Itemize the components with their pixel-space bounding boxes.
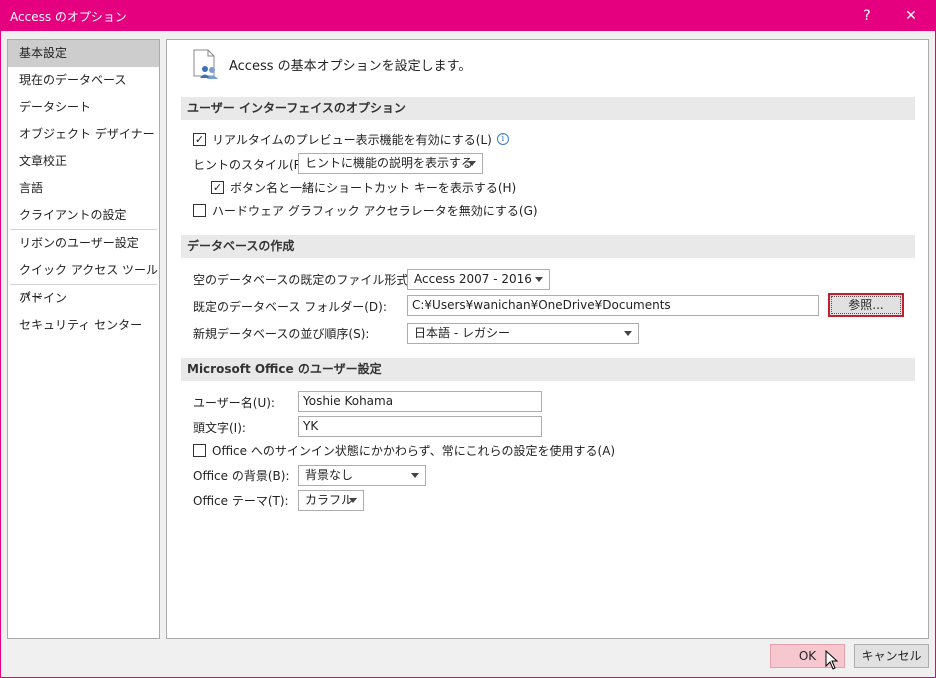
- shortcut-keys-checkbox[interactable]: ✓: [211, 180, 224, 194]
- realtime-preview-checkbox[interactable]: ✓: [193, 132, 206, 146]
- section-ui-options: ユーザー インターフェイスのオプション: [181, 97, 915, 120]
- window-title: Access のオプション: [10, 10, 127, 24]
- initials-input[interactable]: YK: [298, 416, 542, 437]
- shortcut-keys-option[interactable]: ✓ ボタン名と一緒にショートカット キーを表示する(H): [211, 176, 516, 198]
- initials-row: 頭文字(I):: [193, 416, 246, 438]
- default-folder-input[interactable]: C:¥Users¥wanichan¥OneDrive¥Documents: [407, 295, 819, 316]
- sidebar-item-client-settings[interactable]: クライアントの設定: [8, 202, 159, 229]
- tooltip-style-select[interactable]: ヒントに機能の説明を表示する: [298, 153, 483, 174]
- tooltip-style-row: ヒントのスタイル(R):: [193, 153, 311, 175]
- office-theme-label: Office テーマ(T):: [193, 493, 289, 508]
- disable-hw-accel-label: ハードウェア グラフィック アクセラレータを無効にする(G): [212, 203, 538, 218]
- always-use-checkbox[interactable]: [193, 443, 206, 457]
- chevron-down-icon: [411, 473, 419, 478]
- sort-order-select[interactable]: 日本語 - レガシー: [407, 323, 639, 344]
- shortcut-keys-label: ボタン名と一緒にショートカット キーを表示する(H): [230, 180, 517, 195]
- sidebar-item-current-database[interactable]: 現在のデータベース: [8, 67, 159, 94]
- tooltip-style-value: ヒントに機能の説明を表示する: [305, 156, 474, 170]
- always-use-option[interactable]: Office へのサインイン状態にかかわらず、常にこれらの設定を使用する(A): [193, 439, 615, 461]
- office-background-value: 背景なし: [305, 468, 354, 482]
- options-panel: Access の基本オプションを設定します。 ユーザー インターフェイスのオプシ…: [166, 39, 929, 639]
- chevron-down-icon: [535, 277, 543, 282]
- username-label: ユーザー名(U):: [193, 395, 275, 410]
- office-background-label: Office の背景(B):: [193, 468, 290, 483]
- category-sidebar: 基本設定 現在のデータベース データシート オブジェクト デザイナー 文章校正 …: [7, 39, 160, 639]
- panel-header: Access の基本オプションを設定します。: [191, 47, 471, 81]
- disable-hw-accel-checkbox[interactable]: [193, 203, 206, 217]
- office-theme-select[interactable]: カラフル: [298, 490, 364, 511]
- sort-order-label: 新規データベースの並び順序(S):: [193, 326, 370, 341]
- sidebar-item-trust-center[interactable]: セキュリティ センター: [8, 312, 159, 339]
- chevron-down-icon: [624, 331, 632, 336]
- section-database-creation: データベースの作成: [181, 235, 915, 258]
- tooltip-style-label: ヒントのスタイル(R):: [193, 157, 311, 172]
- file-format-label: 空のデータベースの既定のファイル形式(F):: [193, 272, 429, 287]
- realtime-preview-label: リアルタイムのプレビュー表示機能を有効にする(L): [212, 132, 492, 147]
- sidebar-item-add-ins[interactable]: アドイン: [8, 285, 159, 312]
- sidebar-item-language[interactable]: 言語: [8, 175, 159, 202]
- browse-button-label: 参照...: [831, 296, 901, 314]
- sort-order-row: 新規データベースの並び順序(S):: [193, 322, 369, 344]
- info-icon[interactable]: i: [496, 133, 509, 145]
- initials-label: 頭文字(I):: [193, 420, 246, 435]
- office-theme-value: カラフル: [305, 493, 354, 507]
- sidebar-item-datasheet[interactable]: データシート: [8, 94, 159, 121]
- title-bar: Access のオプション ? ✕: [0, 0, 936, 31]
- office-background-select[interactable]: 背景なし: [298, 465, 426, 486]
- sort-order-value: 日本語 - レガシー: [414, 326, 510, 340]
- disable-hw-accel-option[interactable]: ハードウェア グラフィック アクセラレータを無効にする(G): [193, 199, 538, 221]
- office-background-row: Office の背景(B):: [193, 464, 289, 486]
- default-folder-row: 既定のデータベース フォルダー(D):: [193, 295, 387, 317]
- default-folder-label: 既定のデータベース フォルダー(D):: [193, 299, 387, 314]
- file-format-row: 空のデータベースの既定のファイル形式(F):: [193, 268, 429, 290]
- always-use-label: Office へのサインイン状態にかかわらず、常にこれらの設定を使用する(A): [212, 443, 616, 458]
- cancel-button[interactable]: キャンセル: [854, 644, 929, 668]
- file-format-select[interactable]: Access 2007 - 2016: [407, 269, 550, 290]
- general-settings-icon: [193, 49, 218, 79]
- username-input[interactable]: Yoshie Kohama: [298, 391, 542, 412]
- username-row: ユーザー名(U):: [193, 391, 275, 413]
- file-format-value: Access 2007 - 2016: [414, 272, 532, 286]
- office-theme-row: Office テーマ(T):: [193, 489, 289, 511]
- panel-header-text: Access の基本オプションを設定します。: [229, 58, 472, 74]
- close-button[interactable]: ✕: [889, 0, 933, 31]
- help-button[interactable]: ?: [845, 0, 889, 31]
- sidebar-item-general[interactable]: 基本設定: [8, 40, 159, 67]
- sidebar-item-object-designers[interactable]: オブジェクト デザイナー: [8, 121, 159, 148]
- sidebar-item-customize-ribbon[interactable]: リボンのユーザー設定: [8, 230, 159, 257]
- browse-button[interactable]: 参照...: [828, 293, 904, 317]
- realtime-preview-option[interactable]: ✓ リアルタイムのプレビュー表示機能を有効にする(L) i: [193, 128, 509, 150]
- sidebar-item-quick-access-toolbar[interactable]: クイック アクセス ツール バー: [8, 257, 159, 304]
- chevron-down-icon: [468, 161, 476, 166]
- chevron-down-icon: [349, 498, 357, 503]
- mouse-cursor-icon: [825, 650, 839, 670]
- sidebar-item-proofing[interactable]: 文章校正: [8, 148, 159, 175]
- section-office-user-settings: Microsoft Office のユーザー設定: [181, 358, 915, 381]
